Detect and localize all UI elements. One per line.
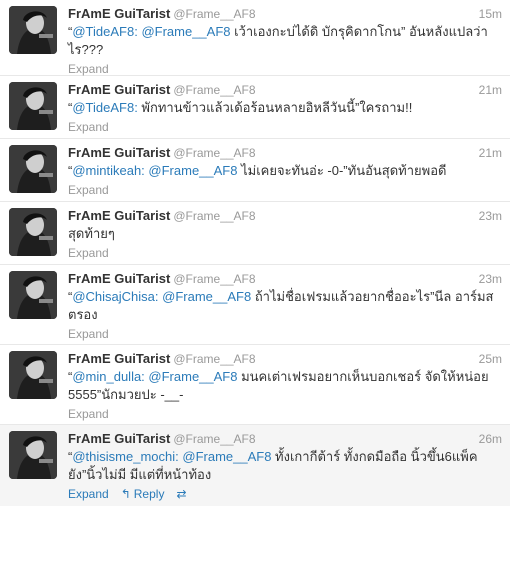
user-fullname[interactable]: FrAmE GuiTarist [68, 145, 170, 160]
mention-link[interactable]: @min_dulla: [72, 369, 144, 384]
tweet-item[interactable]: FrAmE GuiTarist @Frame__AF8 21m “@mintikeah… [0, 139, 510, 202]
avatar[interactable] [9, 145, 57, 193]
expand-link[interactable]: Expand [68, 405, 109, 423]
tweet-header: FrAmE GuiTarist @Frame__AF8 [68, 270, 500, 288]
tweet-timestamp[interactable]: 25m [479, 350, 502, 368]
tweet-header: FrAmE GuiTarist @Frame__AF8 [68, 144, 500, 162]
user-fullname[interactable]: FrAmE GuiTarist [68, 431, 170, 446]
avatar[interactable] [9, 6, 57, 54]
mention-link[interactable]: @mintikeah: [72, 163, 144, 178]
user-username[interactable]: @Frame__AF8 [173, 432, 255, 446]
tweet-actions: Expand ↰ Reply ⇄ [68, 485, 500, 503]
tweet-body: สุดท้ายๆ [68, 226, 115, 241]
expand-link[interactable]: Expand [68, 244, 109, 262]
tweet-item[interactable]: FrAmE GuiTarist @Frame__AF8 26m “@thisisme_… [0, 425, 510, 506]
tweet-timestamp[interactable]: 15m [479, 5, 502, 23]
avatar[interactable] [9, 431, 57, 479]
tweet-text: “@min_dulla: @Frame__AF8 มนคเต่าเฟรมอยาก… [68, 368, 500, 404]
user-fullname[interactable]: FrAmE GuiTarist [68, 208, 170, 223]
tweet-header: FrAmE GuiTarist @Frame__AF8 [68, 5, 500, 23]
tweet-header: FrAmE GuiTarist @Frame__AF8 [68, 207, 500, 225]
expand-link[interactable]: Expand [68, 181, 109, 199]
mention-link[interactable]: @TideAF8: [72, 100, 137, 115]
tweet-text: “@thisisme_mochi: @Frame__AF8 ทั้งเกากีต… [68, 448, 500, 484]
tweet-timeline: FrAmE GuiTarist @Frame__AF8 15m “@TideAF8: … [0, 0, 510, 506]
reply-button[interactable]: ↰ Reply [121, 485, 165, 503]
avatar[interactable] [9, 271, 57, 319]
expand-link[interactable]: Expand [68, 485, 109, 503]
user-fullname[interactable]: FrAmE GuiTarist [68, 271, 170, 286]
avatar[interactable] [9, 82, 57, 130]
user-username[interactable]: @Frame__AF8 [173, 7, 255, 21]
expand-link[interactable]: Expand [68, 118, 109, 136]
tweet-actions: Expand [68, 118, 500, 136]
tweet-text: “@ChisajChisa: @Frame__AF8 ถ้าไม่ชื่อเฟร… [68, 288, 500, 324]
tweet-actions: Expand [68, 181, 500, 199]
tweet-item[interactable]: FrAmE GuiTarist @Frame__AF8 23m “@ChisajChi… [0, 265, 510, 345]
tweet-header: FrAmE GuiTarist @Frame__AF8 [68, 350, 500, 368]
tweet-actions: Expand [68, 244, 500, 262]
tweet-body: ไม่เคยจะทันอ่ะ -0-”ทันอันสุดท้ายพอดี [237, 163, 447, 178]
mention-link[interactable]: @thisisme_mochi: [72, 449, 178, 464]
mention-link[interactable]: @Frame__AF8 [141, 24, 230, 39]
avatar[interactable] [9, 208, 57, 256]
user-username[interactable]: @Frame__AF8 [173, 352, 255, 366]
tweet-timestamp[interactable]: 23m [479, 270, 502, 288]
tweet-timestamp[interactable]: 23m [479, 207, 502, 225]
user-username[interactable]: @Frame__AF8 [173, 146, 255, 160]
tweet-header: FrAmE GuiTarist @Frame__AF8 [68, 81, 500, 99]
user-username[interactable]: @Frame__AF8 [173, 83, 255, 97]
user-fullname[interactable]: FrAmE GuiTarist [68, 82, 170, 97]
reply-icon: ↰ [120, 487, 131, 501]
tweet-text: “@mintikeah: @Frame__AF8 ไม่เคยจะทันอ่ะ … [68, 162, 500, 180]
mention-link[interactable]: @ChisajChisa: [72, 289, 158, 304]
mention-link[interactable]: @Frame__AF8 [148, 163, 237, 178]
tweet-timestamp[interactable]: 21m [479, 81, 502, 99]
tweet-text: “@TideAF8: @Frame__AF8 เว้าเองกะบ่ได้ดิ … [68, 23, 500, 59]
mention-link[interactable]: @Frame__AF8 [148, 369, 237, 384]
tweet-header: FrAmE GuiTarist @Frame__AF8 [68, 430, 500, 448]
tweet-body: พักทานข้าวแล้วเด้อร้อนหลายอิหลีวันนี้”ใค… [137, 100, 413, 115]
expand-link[interactable]: Expand [68, 325, 109, 343]
tweet-timestamp[interactable]: 21m [479, 144, 502, 162]
mention-link[interactable]: @TideAF8: [72, 24, 137, 39]
user-fullname[interactable]: FrAmE GuiTarist [68, 6, 170, 21]
mention-link[interactable]: @Frame__AF8 [182, 449, 271, 464]
user-username[interactable]: @Frame__AF8 [173, 272, 255, 286]
tweet-item[interactable]: FrAmE GuiTarist @Frame__AF8 21m “@TideAF8: … [0, 76, 510, 139]
tweet-item[interactable]: FrAmE GuiTarist @Frame__AF8 25m “@min_dulla… [0, 345, 510, 425]
tweet-item[interactable]: FrAmE GuiTarist @Frame__AF8 15m “@TideAF8: … [0, 0, 510, 76]
tweet-text: “@TideAF8: พักทานข้าวแล้วเด้อร้อนหลายอิห… [68, 99, 500, 117]
retweet-icon[interactable]: ⇄ [176, 485, 186, 503]
mention-link[interactable]: @Frame__AF8 [162, 289, 251, 304]
reply-label: Reply [133, 487, 165, 501]
tweet-actions: Expand [68, 325, 500, 343]
avatar[interactable] [9, 351, 57, 399]
tweet-text: สุดท้ายๆ [68, 225, 500, 243]
user-username[interactable]: @Frame__AF8 [173, 209, 255, 223]
user-fullname[interactable]: FrAmE GuiTarist [68, 351, 170, 366]
tweet-actions: Expand [68, 405, 500, 423]
tweet-item[interactable]: FrAmE GuiTarist @Frame__AF8 23m สุดท้ายๆ Exp… [0, 202, 510, 265]
tweet-timestamp[interactable]: 26m [479, 430, 502, 448]
